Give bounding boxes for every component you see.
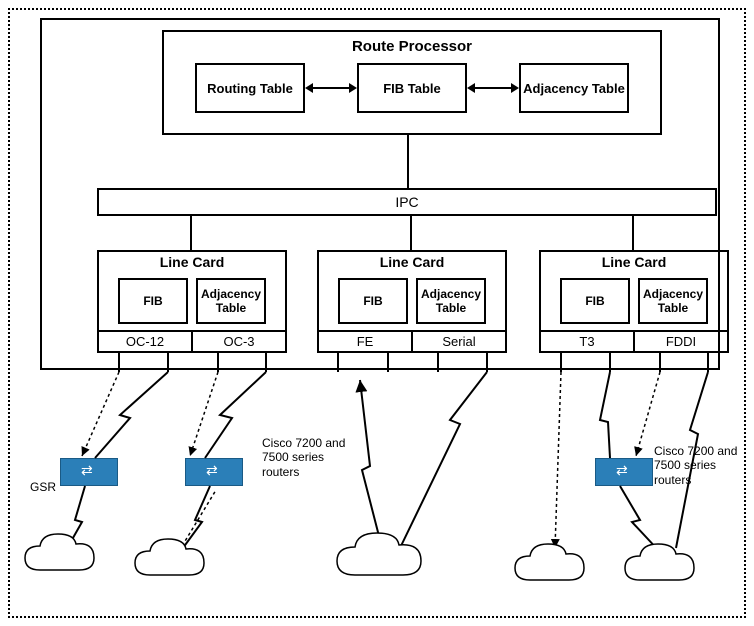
line-card-2: Line Card FIB Adjacency Table FE Serial [317,250,507,353]
line-card-title: Line Card [541,252,727,272]
adjacency-cell: Adjacency Table [196,278,266,324]
adjacency-table-cell: Adjacency Table [519,63,629,113]
port-label: FDDI [635,332,727,351]
connector-line [190,216,192,250]
fib-cell: FIB [118,278,188,324]
port-label: OC-3 [193,332,285,351]
fib-cell: FIB [560,278,630,324]
switch-icon [595,458,653,486]
line-card-title: Line Card [319,252,505,272]
bidir-arrow-icon [311,87,351,89]
line-card-1: Line Card FIB Adjacency Table OC-12 OC-3 [97,250,287,353]
port-label: FE [319,332,413,351]
switch-icon [60,458,118,486]
connector-line [632,216,634,250]
route-processor-title: Route Processor [164,38,660,55]
port-label: Serial [413,332,505,351]
adjacency-cell: Adjacency Table [638,278,708,324]
switch-icon [185,458,243,486]
line-card-3: Line Card FIB Adjacency Table T3 FDDI [539,250,729,353]
main-router-box: Route Processor Routing Table FIB Table … [40,18,720,370]
port-label: T3 [541,332,635,351]
port-label: OC-12 [99,332,193,351]
gsr-label: GSR [30,480,56,494]
fib-cell: FIB [338,278,408,324]
cisco-label: Cisco 7200 and 7500 series routers [654,444,749,487]
connector-line [410,216,412,250]
route-processor-box: Route Processor Routing Table FIB Table … [162,30,662,135]
connector-line [407,135,409,188]
routing-table-cell: Routing Table [195,63,305,113]
bidir-arrow-icon [473,87,513,89]
line-card-title: Line Card [99,252,285,272]
adjacency-cell: Adjacency Table [416,278,486,324]
ipc-box: IPC [97,188,717,216]
fib-table-cell: FIB Table [357,63,467,113]
cisco-label: Cisco 7200 and 7500 series routers [262,436,357,479]
